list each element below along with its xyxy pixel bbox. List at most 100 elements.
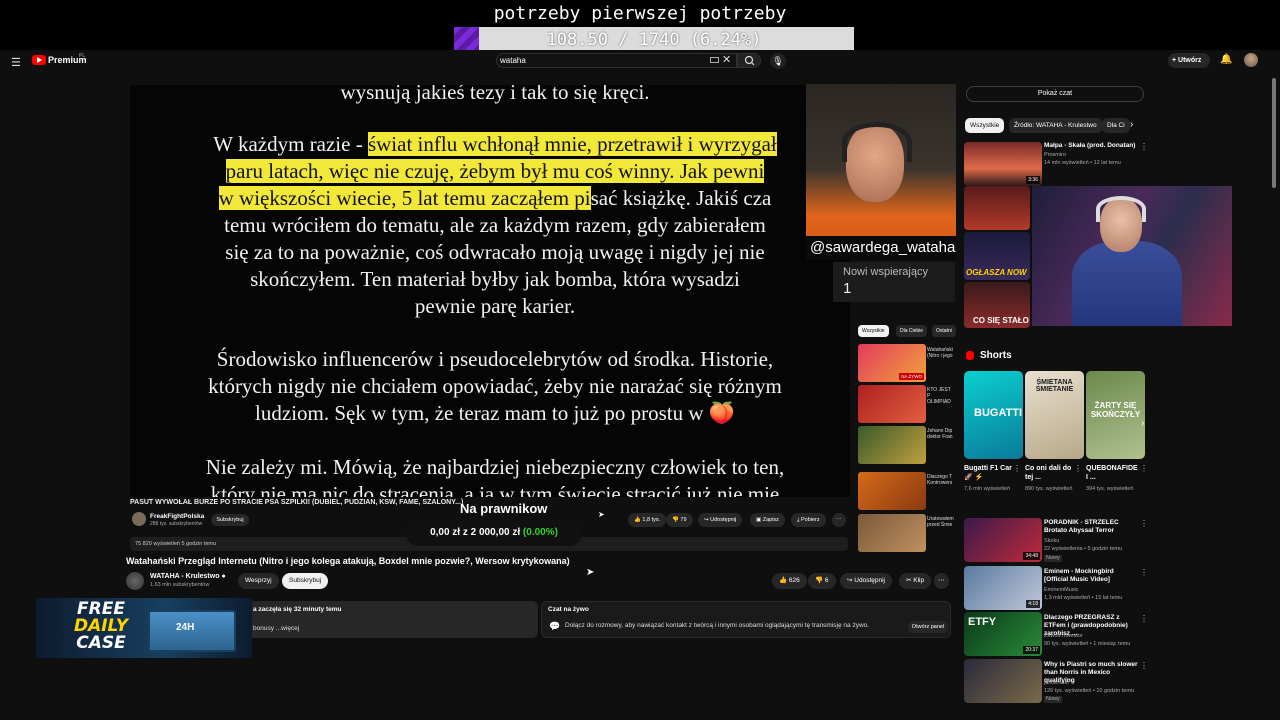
video-text-fragment: W każdym razie - <box>213 132 368 156</box>
donation-goal-box: 0,00 zł z 2 000,00 zł (0.00%) <box>406 520 582 546</box>
inner-like-button[interactable]: 👍 1,8 tys. <box>628 513 667 527</box>
kebab-menu-icon[interactable]: ⋮ <box>1140 614 1148 623</box>
mini-thumbnail[interactable] <box>858 472 926 510</box>
video-thumbnail[interactable]: 34:48 <box>964 518 1042 562</box>
kebab-menu-icon[interactable]: ⋮ <box>1013 464 1021 473</box>
channel-name[interactable]: Skoku <box>1044 538 1139 545</box>
kebab-menu-icon[interactable]: ⋮ <box>1140 464 1148 473</box>
video-title-link[interactable]: Małpa - Skała (prod. Donatan) <box>1044 142 1139 150</box>
mini-title[interactable]: Johann Dip doktor Fran <box>927 428 955 458</box>
mouse-cursor-icon: ➤ <box>586 567 595 578</box>
new-supporters-label: Nowi wspierający <box>843 266 928 278</box>
inner-video-title[interactable]: PASUT WYWOŁAŁ BURZE PO STRACIE PSA SZPIL… <box>130 499 463 506</box>
video-thumbnail[interactable]: 4:18 <box>964 566 1042 610</box>
page-scrollbar[interactable] <box>1272 78 1276 188</box>
mini-title-sub: Kontrowers <box>927 480 953 486</box>
short-thumbnail[interactable]: BUGATTI <box>964 371 1023 459</box>
mini-title[interactable]: KTO JEST P OLIMPIAD <box>927 387 955 417</box>
inner-download-button[interactable]: ⤓ Pobierz <box>791 513 826 527</box>
kebab-menu-icon[interactable]: ⋮ <box>1140 519 1148 528</box>
video-text-line: który nie ma nic do stracenia, a ja w ty… <box>210 482 780 497</box>
channel-name[interactable]: WATAHA - Krulestwo ● <box>150 573 226 580</box>
video-title-link[interactable]: PORADNIK - STRZELEC Brotato Abyssal Terr… <box>1044 519 1139 535</box>
clear-search-icon[interactable]: ✕ <box>722 53 731 66</box>
kebab-menu-icon[interactable]: ⋮ <box>1140 142 1148 151</box>
duration-badge: 34:48 <box>1023 552 1040 560</box>
mini-title[interactable]: Uratowałem przed Śmie <box>927 516 955 546</box>
mini-thumbnail[interactable] <box>858 385 926 423</box>
clip-button[interactable]: ✂ Klip <box>899 573 932 589</box>
channel-name[interactable]: Prosmiro <box>1044 152 1139 159</box>
video-thumbnail[interactable]: ETFY 20:37 <box>964 612 1042 656</box>
video-thumbnail[interactable] <box>964 659 1042 703</box>
short-thumbnail[interactable]: ŻARTY SIĘ SKOŃCZYŁY <box>1086 371 1145 459</box>
short-title[interactable]: QUEBONAFIDE I ... <box>1086 464 1138 482</box>
video-thumbnail[interactable]: 3:36 <box>964 142 1042 186</box>
channel-name[interactable]: EminemMusic <box>1044 587 1139 594</box>
inner-channel-name[interactable]: FreakFightPolska <box>150 513 204 520</box>
chip-for-you[interactable]: Dla Ci <box>1102 118 1130 133</box>
notifications-bell-icon[interactable]: 🔔 <box>1220 54 1232 65</box>
inner-subscribe-button[interactable]: Subskrybuj <box>211 514 249 526</box>
highlighted-text: paru latach, więc nie czuję, żebym był m… <box>225 159 765 183</box>
channel-name[interactable]: Zawód Inwestor <box>1044 633 1139 640</box>
kebab-menu-icon[interactable]: ⋮ <box>1140 661 1148 670</box>
inner-share-button[interactable]: ↪ Udostępnij <box>698 513 743 527</box>
donation-goal-title: Na prawnikow <box>460 501 548 516</box>
inner-channel-avatar[interactable] <box>132 512 146 526</box>
video-text-line: Środowisko influencerów i pseudocelebryt… <box>216 347 774 371</box>
like-button[interactable]: 👍 626 <box>772 573 807 589</box>
channel-name[interactable]: jellotenner <box>1044 680 1139 687</box>
video-text-fragment: sać książkę. Jakiś cza <box>590 186 772 210</box>
video-thumbnail[interactable]: OGŁASZA NOW <box>964 232 1030 280</box>
kebab-menu-icon[interactable]: ⋮ <box>1074 464 1082 473</box>
free-daily-case-banner[interactable]: FREE DAILY CASE 24H <box>36 598 252 658</box>
mini-chip-all[interactable]: Wszystkie <box>858 325 889 337</box>
dislike-button[interactable]: 👎 6 <box>808 573 836 589</box>
kebab-menu-icon[interactable]: ⋮ <box>1140 568 1148 577</box>
video-text-line: skończyłem. Ten materiał byłby jak bomba… <box>250 267 740 291</box>
search-button[interactable] <box>737 53 761 68</box>
microphone-icon[interactable]: 🎙 <box>770 53 786 69</box>
subscribe-button[interactable]: Subskrybuj <box>282 573 329 589</box>
short-thumbnail[interactable]: ŚMIETANA ŚMIETANIE <box>1025 371 1084 459</box>
search-input[interactable] <box>496 53 737 68</box>
description-more[interactable]: bonusy ...więcej <box>253 625 299 632</box>
menu-icon[interactable]: ☰ <box>11 56 21 69</box>
video-thumbnail[interactable]: CO SIĘ STAŁO <box>964 282 1030 328</box>
mini-thumbnail[interactable] <box>858 514 926 552</box>
mini-chip-for-you[interactable]: Dla Ciebie <box>896 325 928 337</box>
chip-source[interactable]: Źródło: WATAHA - Krulestwo <box>1009 118 1102 133</box>
channel-avatar[interactable] <box>126 572 144 590</box>
mini-title[interactable]: Dlaczego T Kontrowers <box>927 474 955 504</box>
video-thumbnail[interactable] <box>964 186 1030 230</box>
video-text-line: których nigdy nie chciałem opowiadać, że… <box>208 374 782 398</box>
mini-chip-recent[interactable]: Ostatni <box>932 325 956 337</box>
show-chat-button[interactable]: Pokaż czat <box>966 86 1144 102</box>
video-text-line: wysnują jakieś tezy i tak to się kręci. <box>340 85 650 104</box>
keyboard-icon[interactable] <box>710 57 719 63</box>
chip-all[interactable]: Wszystkie <box>965 118 1005 133</box>
share-button[interactable]: ↪ Udostępnij <box>840 573 892 589</box>
mini-thumbnail[interactable]: NA ŻYWO <box>858 344 926 382</box>
mini-thumbnail[interactable] <box>858 426 926 464</box>
short-title[interactable]: Co oni dali do tej ... <box>1025 464 1075 482</box>
youtube-logo-icon[interactable] <box>32 55 46 65</box>
video-player[interactable]: wysnują jakieś tezy i tak to się kręci. … <box>130 85 850 497</box>
mini-title[interactable]: Watahański (Nitro i jego <box>927 347 955 377</box>
open-panel-button[interactable]: Otwórz panel <box>908 621 948 633</box>
user-avatar[interactable] <box>1244 53 1258 67</box>
inner-dislike-button[interactable]: 👎 79 <box>666 513 693 527</box>
video-title-link[interactable]: Eminem - Mockingbird [Official Music Vid… <box>1044 568 1139 584</box>
more-actions-icon[interactable]: ⋯ <box>934 573 949 589</box>
shorts-next-icon[interactable]: › <box>1141 418 1144 429</box>
inner-more-icon[interactable]: ⋯ <box>832 513 846 527</box>
inner-save-button[interactable]: ▣ Zapisz <box>750 513 785 527</box>
chevron-right-icon[interactable]: › <box>1130 119 1133 130</box>
short-title[interactable]: Bugatti F1 Car 🚀 ⚡ <box>964 464 1014 482</box>
create-button[interactable]: + Utwórz <box>1168 53 1210 68</box>
support-button[interactable]: Wesprzyj <box>238 573 279 589</box>
streamer-webcam <box>806 84 956 239</box>
donation-percent: (0.00%) <box>522 527 558 538</box>
video-meta: 126 tys. wyświetleń • 10 godzin temu <box>1044 688 1134 694</box>
